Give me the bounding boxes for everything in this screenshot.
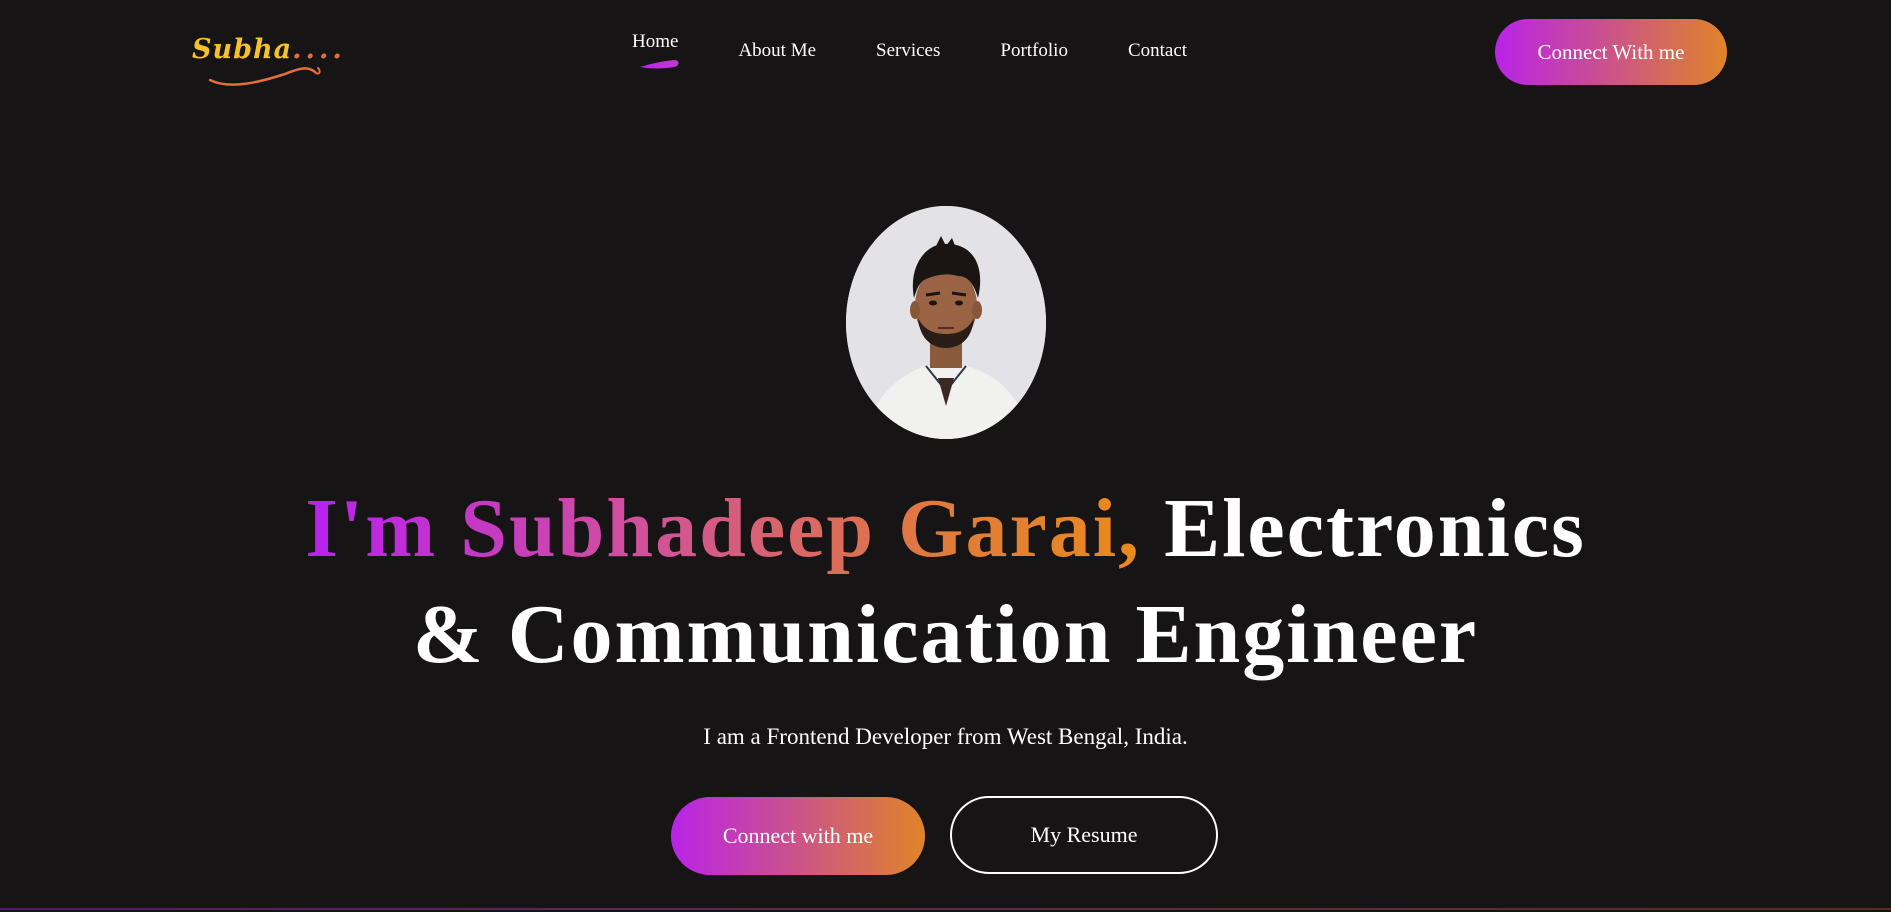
nav-item-portfolio[interactable]: Portfolio: [1000, 28, 1068, 78]
nav-item-label: Home: [632, 31, 679, 52]
hero-title-role-part2: & Communication Engineer: [412, 588, 1479, 681]
avatar: [846, 206, 1046, 439]
active-underline-icon: [640, 60, 679, 69]
nav-connect-button[interactable]: Connect With me: [1495, 19, 1727, 85]
logo[interactable]: Subha....: [190, 30, 342, 88]
page: Subha.... Home About Me Services Portfol…: [0, 0, 1891, 912]
hero-title-role-part1: Electronics: [1141, 482, 1586, 575]
hero-title-name: I'm Subhadeep Garai,: [305, 482, 1142, 575]
resume-button[interactable]: My Resume: [950, 796, 1218, 874]
nav-item-label: Services: [876, 40, 941, 61]
hero-actions: Connect with me My Resume: [671, 796, 1221, 877]
profile-photo: [846, 206, 1046, 439]
connect-button[interactable]: Connect with me: [671, 797, 925, 875]
nav-item-contact[interactable]: Contact: [1128, 28, 1187, 78]
hero-subtitle: I am a Frontend Developer from West Beng…: [703, 724, 1188, 749]
nav-item-services[interactable]: Services: [876, 28, 940, 78]
nav-item-label: Contact: [1127, 40, 1188, 61]
hero-title: I'm Subhadeep Garai, Electronics & Commu…: [0, 476, 1891, 688]
logo-text: Subha....: [192, 34, 346, 65]
nav-item-label: Portfolio: [1000, 40, 1068, 61]
navbar: Subha.... Home About Me Services Portfol…: [0, 0, 1891, 104]
nav-item-label: About Me: [738, 40, 817, 61]
nav-item-home[interactable]: Home: [632, 28, 679, 78]
divider: [0, 908, 1891, 910]
nav-menu: Home About Me Services Portfolio Contact: [632, 28, 1247, 78]
nav-item-about[interactable]: About Me: [738, 28, 816, 78]
